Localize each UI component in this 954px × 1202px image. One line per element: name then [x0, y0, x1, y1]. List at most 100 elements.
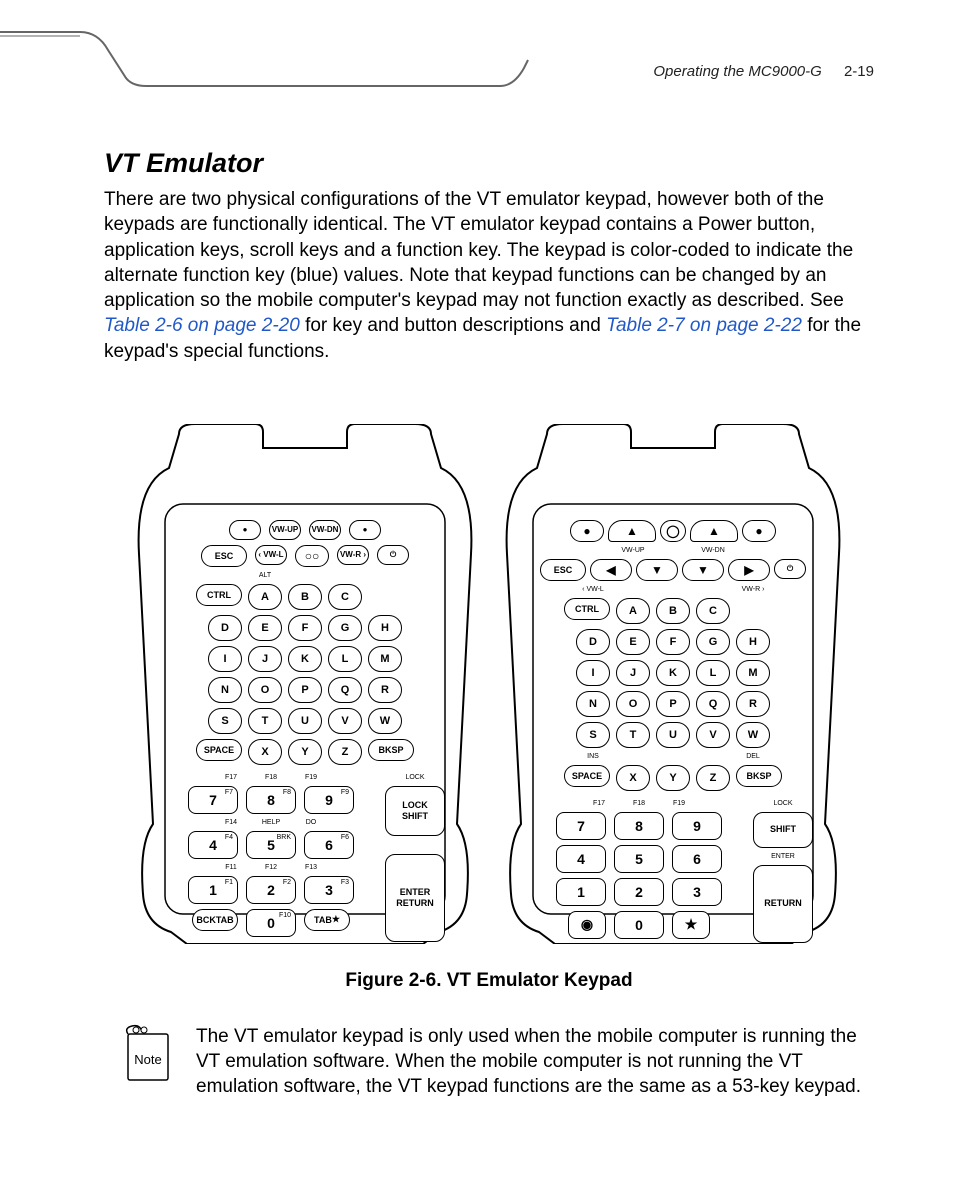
key-7[interactable]: 7F7 [188, 786, 238, 814]
key-nav-left[interactable]: ◀ [590, 559, 632, 581]
key-b[interactable]: B [656, 598, 690, 624]
key-3[interactable]: 3F3 [304, 876, 354, 904]
key-w[interactable]: W [736, 722, 770, 748]
key-5[interactable]: 5 [614, 845, 664, 873]
key-g[interactable]: G [328, 615, 362, 641]
key-x[interactable]: X [248, 739, 282, 765]
key-o[interactable]: O [248, 677, 282, 703]
key-j[interactable]: J [616, 660, 650, 686]
key-d[interactable]: D [576, 629, 610, 655]
key-9[interactable]: 9F9 [304, 786, 354, 814]
key-e[interactable]: E [616, 629, 650, 655]
key-r[interactable]: R [736, 691, 770, 717]
key-2[interactable]: 2 [614, 878, 664, 906]
key-b[interactable]: B [288, 584, 322, 610]
key-1[interactable]: 1F1 [188, 876, 238, 904]
key-c[interactable]: C [328, 584, 362, 610]
key-v[interactable]: V [696, 722, 730, 748]
key-i[interactable]: I [208, 646, 242, 672]
key-8[interactable]: 8F8 [246, 786, 296, 814]
key-2[interactable]: 2F2 [246, 876, 296, 904]
key-nav-down[interactable]: ▼ [636, 559, 678, 581]
key-vw-l[interactable]: ‹ VW-L [255, 545, 287, 565]
key-l[interactable]: L [328, 646, 362, 672]
key-vw-r[interactable]: VW-R › [337, 545, 369, 565]
key-esc[interactable]: ESC [540, 559, 586, 581]
key-j[interactable]: J [248, 646, 282, 672]
key-h[interactable]: H [368, 615, 402, 641]
key-9[interactable]: 9 [672, 812, 722, 840]
key-power[interactable]: ⏻ [377, 545, 409, 565]
key-esc[interactable]: ESC [201, 545, 247, 567]
key-q[interactable]: Q [328, 677, 362, 703]
key-u[interactable]: U [656, 722, 690, 748]
key-nav-up[interactable]: ○○ [295, 545, 329, 567]
key-t[interactable]: T [616, 722, 650, 748]
key-q[interactable]: Q [696, 691, 730, 717]
key-4[interactable]: 4 [556, 845, 606, 873]
key-dot-right[interactable]: ● [349, 520, 381, 540]
key-ctrl[interactable]: CTRL [564, 598, 610, 620]
key-k[interactable]: K [656, 660, 690, 686]
link-table-2-6[interactable]: Table 2-6 on page 2-20 [104, 315, 300, 336]
key-space[interactable]: SPACE [564, 765, 610, 787]
key-k[interactable]: K [288, 646, 322, 672]
key-3[interactable]: 3 [672, 878, 722, 906]
key-dot-left[interactable]: ● [229, 520, 261, 540]
key-c[interactable]: C [696, 598, 730, 624]
key-shift[interactable]: LOCKSHIFT [385, 786, 445, 836]
key-m[interactable]: M [368, 646, 402, 672]
key-f[interactable]: F [656, 629, 690, 655]
key-7[interactable]: 7 [556, 812, 606, 840]
key-ctrl[interactable]: CTRL [196, 584, 242, 606]
key-return[interactable]: ENTERRETURN [385, 854, 445, 942]
key-g[interactable]: G [696, 629, 730, 655]
key-s[interactable]: S [576, 722, 610, 748]
key-4[interactable]: 4F4 [188, 831, 238, 859]
key-nav-right[interactable]: ▶ [728, 559, 770, 581]
key-z[interactable]: Z [696, 765, 730, 791]
key-blue-fn[interactable]: ◉ [568, 911, 606, 939]
key-t[interactable]: T [248, 708, 282, 734]
key-z[interactable]: Z [328, 739, 362, 765]
key-y[interactable]: Y [288, 739, 322, 765]
key-o[interactable]: O [616, 691, 650, 717]
key-0[interactable]: 0F10 [246, 909, 296, 937]
key-power[interactable]: ⏻ [774, 559, 806, 579]
key-l[interactable]: L [696, 660, 730, 686]
key-e[interactable]: E [248, 615, 282, 641]
key-5[interactable]: 5BRK [246, 831, 296, 859]
key-p[interactable]: P [656, 691, 690, 717]
key-r[interactable]: R [368, 677, 402, 703]
key-f[interactable]: F [288, 615, 322, 641]
key-v[interactable]: V [328, 708, 362, 734]
key-a[interactable]: A [616, 598, 650, 624]
key-n[interactable]: N [576, 691, 610, 717]
key-1[interactable]: 1 [556, 878, 606, 906]
link-table-2-7[interactable]: Table 2-7 on page 2-22 [606, 315, 802, 336]
key-nav-down2[interactable]: ▼ [682, 559, 724, 581]
key-m[interactable]: M [736, 660, 770, 686]
key-i[interactable]: I [576, 660, 610, 686]
key-s[interactable]: S [208, 708, 242, 734]
key-dot-right[interactable]: ● [742, 520, 776, 542]
key-return[interactable]: RETURN [753, 865, 813, 943]
key-6[interactable]: 6F6 [304, 831, 354, 859]
key-w[interactable]: W [368, 708, 402, 734]
key-bksp[interactable]: BKSP [736, 765, 782, 787]
key-8[interactable]: 8 [614, 812, 664, 840]
key-nav-vwdn-arc[interactable]: ▲ [690, 520, 738, 542]
key-d[interactable]: D [208, 615, 242, 641]
key-nav-center[interactable]: ◯ [660, 520, 686, 542]
key-n[interactable]: N [208, 677, 242, 703]
key-p[interactable]: P [288, 677, 322, 703]
key-nav-vwup-arc[interactable]: ▲ [608, 520, 656, 542]
key-0[interactable]: 0 [614, 911, 664, 939]
key-vw-dn[interactable]: VW-DN [309, 520, 341, 540]
key-6[interactable]: 6 [672, 845, 722, 873]
key-vw-up[interactable]: VW-UP [269, 520, 301, 540]
key-bksp[interactable]: BKSP [368, 739, 414, 761]
key-a[interactable]: A [248, 584, 282, 610]
key-bcktab[interactable]: BCKTAB [192, 909, 238, 931]
key-dot-left[interactable]: ● [570, 520, 604, 542]
